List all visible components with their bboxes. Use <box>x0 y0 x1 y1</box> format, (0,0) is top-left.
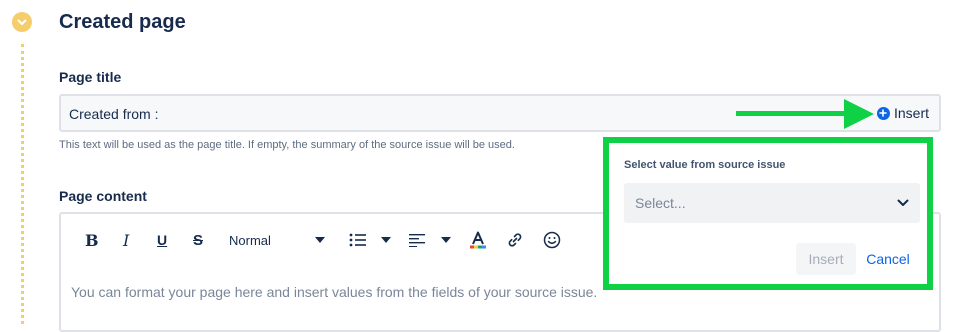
link-button[interactable] <box>507 230 523 250</box>
text-style-value: Normal <box>229 232 271 248</box>
page-title-label: Page title <box>59 69 122 85</box>
emoji-icon <box>543 231 561 249</box>
text-style-dropdown[interactable]: Normal <box>229 230 325 250</box>
caret-down-icon <box>381 237 391 243</box>
annotation-arrow-icon <box>844 99 874 129</box>
bullet-list-icon <box>349 233 366 247</box>
popup-cancel-button[interactable]: Cancel <box>863 243 913 275</box>
popup-insert-button[interactable]: Insert <box>796 243 856 275</box>
caret-down-icon <box>315 237 325 243</box>
plus-circle-icon <box>876 106 890 120</box>
page-title-helper: This text will be used as the page title… <box>59 139 515 151</box>
text-color-button[interactable] <box>469 230 487 250</box>
chevron-down-icon <box>897 199 909 206</box>
page-title-value: Created from : <box>69 106 159 122</box>
insert-field-button[interactable]: Insert <box>876 105 929 121</box>
source-field-select[interactable]: Select... <box>624 183 920 223</box>
align-icon <box>409 234 425 247</box>
popup-label: Select value from source issue <box>624 159 786 171</box>
annotation-arrow-shaft <box>736 111 846 116</box>
emoji-button[interactable] <box>543 230 561 250</box>
list-dropdown[interactable] <box>349 230 391 250</box>
insert-value-popup: Select value from source issue Select...… <box>603 137 933 290</box>
page-content-label: Page content <box>59 188 147 204</box>
select-placeholder: Select... <box>635 195 686 211</box>
chevron-down-icon <box>17 19 27 25</box>
strikethrough-button[interactable]: S <box>193 230 203 250</box>
text-color-icon <box>470 231 486 249</box>
underline-button[interactable]: U <box>157 230 167 250</box>
step-collapse-toggle[interactable] <box>12 12 32 32</box>
link-icon <box>508 233 522 247</box>
insert-field-label: Insert <box>893 105 929 121</box>
step-connector <box>21 44 24 324</box>
italic-button[interactable]: I <box>123 230 129 250</box>
bold-button[interactable]: B <box>85 230 99 250</box>
editor-placeholder: You can format your page here and insert… <box>71 284 598 300</box>
align-dropdown[interactable] <box>409 230 451 250</box>
caret-down-icon <box>441 237 451 243</box>
section-heading: Created page <box>59 11 186 33</box>
